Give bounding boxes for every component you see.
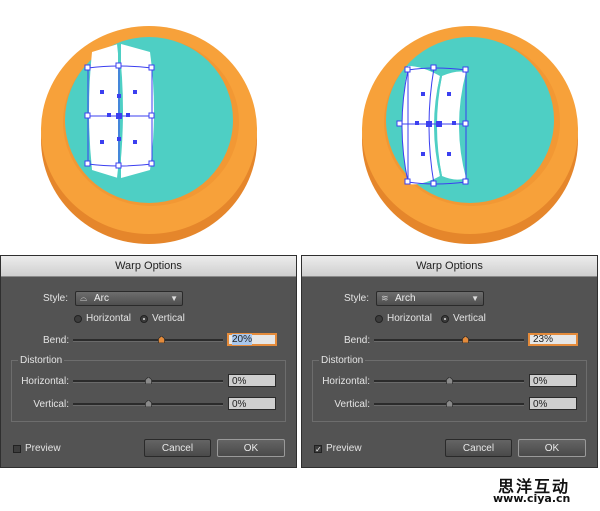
distortion-vertical-thumb[interactable] (446, 400, 453, 407)
horizontal-radio[interactable] (375, 315, 383, 323)
horizontal-radio[interactable] (74, 315, 82, 323)
artwork-left (0, 0, 300, 255)
distortion-horizontal-input[interactable]: 0% (529, 374, 577, 387)
preview-checkbox[interactable] (13, 445, 21, 453)
bend-input[interactable]: 20% (227, 333, 277, 346)
dialog-title: Warp Options (1, 256, 296, 277)
style-label: Style: (344, 293, 370, 304)
distortion-group-label: Distortion (319, 355, 366, 366)
arch-style-icon: ≋ (381, 293, 389, 303)
horizontal-radio-label: Horizontal (387, 313, 433, 324)
vertical-radio-label: Vertical (152, 313, 185, 324)
bend-slider[interactable] (374, 339, 524, 342)
bend-input[interactable]: 23% (528, 333, 578, 346)
distortion-vertical-label: Vertical: (33, 399, 69, 410)
bend-slider-thumb[interactable] (462, 336, 469, 343)
ok-button[interactable]: OK (518, 439, 586, 457)
checkmark-icon: ✓ (315, 445, 322, 454)
style-label: Style: (43, 293, 69, 304)
cancel-button[interactable]: Cancel (144, 439, 211, 457)
preview-label: Preview (326, 443, 362, 454)
distortion-vertical-thumb[interactable] (145, 400, 152, 407)
artwork-right (300, 0, 600, 255)
distortion-horizontal-thumb[interactable] (145, 377, 152, 384)
cancel-button[interactable]: Cancel (445, 439, 512, 457)
style-dropdown[interactable]: ⌓ Arc ▼ (75, 291, 183, 306)
distortion-vertical-input[interactable]: 0% (228, 397, 276, 410)
watermark-url: www.ciya.cn (493, 492, 571, 505)
preview-checkbox[interactable]: ✓ (314, 445, 322, 454)
style-value: Arch (395, 293, 416, 304)
vertical-radio[interactable] (140, 315, 148, 323)
vertical-radio-label: Vertical (453, 313, 486, 324)
chevron-down-icon: ▼ (471, 294, 479, 303)
warp-options-dialog-left: Warp Options Style: ⌓ Arc ▼ Horizontal V… (0, 255, 297, 468)
preview-label: Preview (25, 443, 61, 454)
style-dropdown[interactable]: ≋ Arch ▼ (376, 291, 484, 306)
distortion-vertical-input[interactable]: 0% (529, 397, 577, 410)
distortion-horizontal-input[interactable]: 0% (228, 374, 276, 387)
bend-label: Bend: (344, 335, 371, 346)
dialog-title: Warp Options (302, 256, 597, 277)
coin-illustration-arch (362, 26, 578, 244)
distortion-group (312, 360, 587, 422)
bend-label: Bend: (43, 335, 70, 346)
distortion-vertical-label: Vertical: (334, 399, 370, 410)
style-value: Arc (94, 293, 109, 304)
warp-options-dialog-right: Warp Options Style: ≋ Arch ▼ Horizontal … (301, 255, 598, 468)
arc-style-icon: ⌓ (80, 293, 88, 303)
horizontal-radio-label: Horizontal (86, 313, 132, 324)
vertical-radio[interactable] (441, 315, 449, 323)
bend-slider[interactable] (73, 339, 223, 342)
distortion-horizontal-label: Horizontal: (21, 376, 69, 387)
chevron-down-icon: ▼ (170, 294, 178, 303)
distortion-horizontal-thumb[interactable] (446, 377, 453, 384)
distortion-group (11, 360, 286, 422)
distortion-group-label: Distortion (18, 355, 65, 366)
bend-slider-thumb[interactable] (158, 336, 165, 343)
coin-illustration-arc (41, 26, 257, 244)
distortion-horizontal-label: Horizontal: (322, 376, 370, 387)
ok-button[interactable]: OK (217, 439, 285, 457)
